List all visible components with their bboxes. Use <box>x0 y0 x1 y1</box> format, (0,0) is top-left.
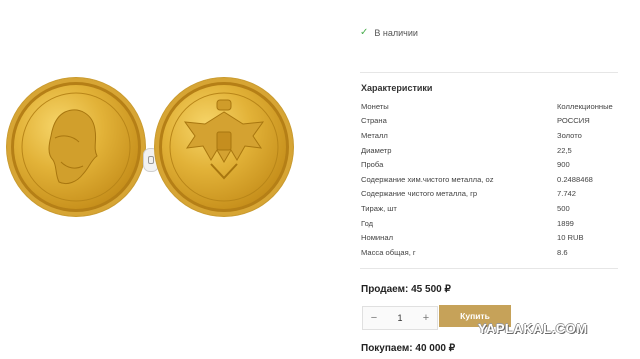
spec-row: Металл Золото <box>361 128 621 143</box>
spec-value: 500 <box>557 203 570 213</box>
check-icon: ✓ <box>360 27 369 38</box>
divider <box>360 72 618 73</box>
product-gallery[interactable] <box>0 72 300 222</box>
availability-label: В наличии <box>374 27 418 38</box>
spec-value: 900 <box>557 160 570 170</box>
spec-row: Содержание хим.чистого металла, oz 0.2488… <box>361 172 621 187</box>
spec-key: Содержание хим.чистого металла, oz <box>361 174 494 184</box>
spec-key: Содержание чистого металла, гр <box>361 189 478 199</box>
spec-row: Содержание чистого металла, гр 7.742 <box>361 187 621 202</box>
spec-value: 8.6 <box>557 247 568 257</box>
coin-obverse-image[interactable] <box>7 78 145 216</box>
spec-value: 0.2488468 <box>557 174 593 184</box>
spec-row: Номинал 10 RUB <box>361 230 621 245</box>
decrement-button[interactable]: − <box>363 312 385 324</box>
spec-key: Страна <box>361 116 387 126</box>
spec-value: Коллекционные <box>557 101 613 111</box>
quantity-stepper[interactable]: − 1 + <box>362 306 438 330</box>
spec-value: 10 RUB <box>557 233 584 243</box>
spec-row: Диаметр 22,5 <box>361 143 621 158</box>
spec-key: Тираж, шт <box>361 203 397 213</box>
spec-row: Проба 900 <box>361 157 621 172</box>
buy-price: Покупаем: 40 000 ₽ <box>361 343 456 354</box>
watermark: YAPLAKAL.COM <box>478 321 588 336</box>
divider <box>360 268 618 269</box>
spec-key: Металл <box>361 130 388 140</box>
spec-key: Проба <box>361 160 384 170</box>
spec-row: Страна РОССИЯ <box>361 114 621 129</box>
specs-title: Характеристики <box>361 83 433 93</box>
spec-key: Монеты <box>361 101 389 111</box>
quantity-value[interactable]: 1 <box>385 313 415 323</box>
spec-value: 7.742 <box>557 189 577 199</box>
specs-table: Монеты Коллекционные Страна РОССИЯ Металл З… <box>361 99 621 260</box>
spec-value: РОССИЯ <box>557 116 590 126</box>
spec-row: Год 1899 <box>361 216 621 231</box>
increment-button[interactable]: + <box>415 312 437 324</box>
sell-price: Продаем: 45 500 ₽ <box>361 284 451 295</box>
spec-row: Монеты Коллекционные <box>361 99 621 114</box>
coin-reverse-image[interactable] <box>155 78 293 216</box>
spec-key: Масса общая, г <box>361 247 416 257</box>
availability-status: ✓ В наличии <box>360 27 418 38</box>
spec-value: Золото <box>557 130 582 140</box>
spec-value: 22,5 <box>557 145 572 155</box>
spec-value: 1899 <box>557 218 574 228</box>
coin-portrait-icon <box>21 92 131 202</box>
spec-key: Номинал <box>361 233 394 243</box>
double-eagle-icon <box>169 92 279 202</box>
spec-key: Диаметр <box>361 145 392 155</box>
spec-row: Тираж, шт 500 <box>361 201 621 216</box>
spec-key: Год <box>361 218 374 228</box>
spec-row: Масса общая, г 8.6 <box>361 245 621 260</box>
